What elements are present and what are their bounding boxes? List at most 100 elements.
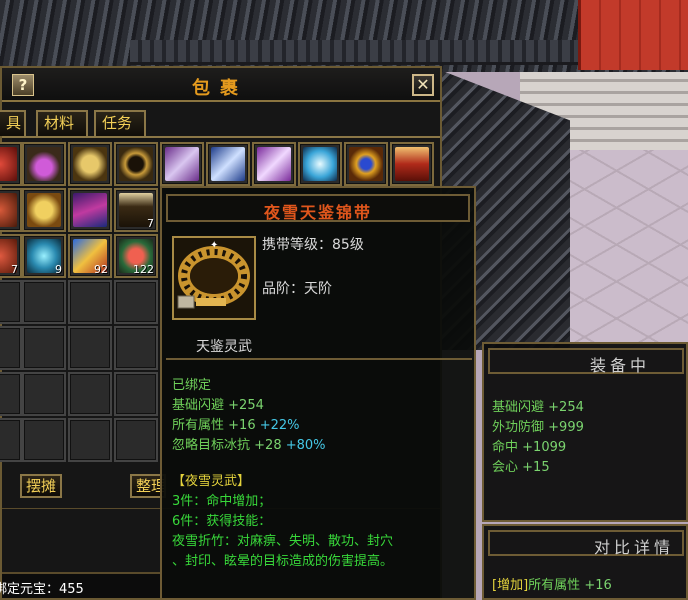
stat-name: 命中	[492, 440, 519, 455]
stat-line: 会心 +15	[492, 456, 584, 476]
item-quantity: 92	[94, 263, 108, 276]
stat-base: +28	[254, 438, 282, 453]
bag-slot-empty[interactable]	[68, 372, 112, 416]
bag-title: 包裹	[192, 78, 248, 99]
bag-slot-empty[interactable]	[0, 418, 22, 462]
tab-items[interactable]: 具	[0, 110, 26, 136]
compare-panel: 对比详情 [增加]所有属性 +16	[482, 524, 688, 600]
carry-level: 携带等级：85级	[262, 237, 364, 253]
item-grade: 品阶：天阶	[262, 281, 332, 297]
bag-slot[interactable]: 7	[0, 234, 22, 278]
help-button[interactable]: ?	[12, 74, 34, 96]
tab-quests[interactable]: 任务	[94, 110, 146, 136]
item-icon	[0, 147, 17, 181]
stat-name: 基础闪避	[172, 398, 225, 413]
bag-slot-empty[interactable]	[0, 372, 22, 416]
stall-button[interactable]: 摆摊	[20, 474, 63, 498]
compare-title: 对比详情	[594, 538, 675, 557]
sword-icon	[165, 147, 199, 181]
bag-slot[interactable]	[0, 142, 22, 186]
bag-slot[interactable]	[114, 142, 158, 186]
bag-slot[interactable]	[298, 142, 342, 186]
compare-line: [增加]所有属性 +16	[492, 574, 612, 594]
sword-icon	[257, 147, 291, 181]
item-icon	[0, 193, 17, 227]
bag-slot[interactable]: 92	[68, 234, 112, 278]
gem-necklace-icon	[27, 147, 61, 181]
bag-slot[interactable]	[0, 188, 22, 232]
bag-slot[interactable]	[344, 142, 388, 186]
stat-base: +16	[228, 418, 256, 433]
item-quantity: 122	[133, 263, 154, 276]
compare-stat-value: +16	[584, 578, 612, 593]
stat-line: 命中 +1099	[492, 436, 584, 456]
blade-icon	[211, 147, 245, 181]
compare-stat-name: 所有属性	[528, 578, 581, 593]
tooltip-titlebar: 夜雪天鉴锦带	[166, 194, 470, 222]
bag-slot-empty[interactable]	[114, 372, 158, 416]
item-quantity: 7	[11, 263, 18, 276]
bag-slot[interactable]: 7	[114, 188, 158, 232]
bag-slot-empty[interactable]	[0, 326, 22, 370]
bag-slot[interactable]	[160, 142, 204, 186]
scene-red-wall	[578, 0, 688, 70]
bag-slot-empty[interactable]	[114, 418, 158, 462]
compare-tag: [增加]	[492, 578, 529, 593]
stat-value: +15	[522, 460, 550, 475]
bag-tabs: 具 材料 任务	[0, 110, 440, 136]
bag-slot[interactable]	[22, 188, 66, 232]
compare-header: 对比详情	[488, 530, 684, 557]
compass-icon	[349, 147, 383, 181]
tab-divider	[2, 136, 440, 138]
item-subtitle: 天鉴灵武	[196, 339, 252, 355]
bag-slot-empty[interactable]	[68, 326, 112, 370]
bag-slot[interactable]	[206, 142, 250, 186]
set-line: 、封印、眩晕的目标造成的伤害提高。	[172, 554, 394, 569]
stat-bonus: +22%	[259, 418, 300, 433]
set-name: 【夜雪灵武】	[172, 474, 251, 489]
bag-slot[interactable]	[68, 188, 112, 232]
bag-slot[interactable]: 122	[114, 234, 158, 278]
bag-slot-empty[interactable]	[0, 280, 22, 324]
bag-slot-empty[interactable]	[114, 280, 158, 324]
stat-line: 基础闪避 +254	[492, 396, 584, 416]
stat-line: 所有属性 +16 +22%	[172, 414, 472, 434]
stat-bonus: +80%	[285, 438, 326, 453]
bag-slot-empty[interactable]	[68, 280, 112, 324]
bound-ingot-label: 绑定元宝：	[0, 582, 60, 597]
stat-value: +1099	[522, 440, 567, 455]
tab-materials[interactable]: 材料	[36, 110, 88, 136]
bag-slot-empty[interactable]	[22, 418, 66, 462]
stat-base: +254	[228, 398, 264, 413]
stat-name: 基础闪避	[492, 400, 545, 415]
stat-value: +999	[548, 420, 584, 435]
ice-crystal-icon	[303, 147, 337, 181]
bag-titlebar[interactable]: ? 包裹 ✕	[2, 68, 440, 102]
item-quantity: 9	[55, 263, 62, 276]
bag-slot-empty[interactable]	[68, 418, 112, 462]
stat-line: 基础闪避 +254	[172, 394, 472, 414]
bag-slot-empty[interactable]	[22, 280, 66, 324]
item-name: 夜雪天鉴锦带	[263, 203, 372, 222]
item-quantity: 7	[147, 217, 154, 230]
bag-slot[interactable]	[390, 142, 434, 186]
stat-name: 所有属性	[172, 418, 225, 433]
golden-box-icon	[27, 193, 61, 227]
bag-slot[interactable]: 9	[22, 234, 66, 278]
set-line: 3件：命中增加；	[172, 494, 272, 509]
bag-slot-empty[interactable]	[22, 326, 66, 370]
item-tooltip: 夜雪天鉴锦带 ✦ 携带等级：85级 品阶：天阶 天鉴灵武 已绑定 基础闪避 +2…	[160, 186, 476, 600]
stat-name: 忽略目标冰抗	[172, 438, 251, 453]
bag-slot[interactable]	[22, 142, 66, 186]
stat-value: +254	[548, 400, 584, 415]
bag-slot-empty[interactable]	[114, 326, 158, 370]
stat-line: 外功防御 +999	[492, 416, 584, 436]
close-button[interactable]: ✕	[412, 74, 434, 96]
treasure-chest-icon	[395, 147, 429, 181]
bag-slot-empty[interactable]	[22, 372, 66, 416]
bag-slot[interactable]	[252, 142, 296, 186]
bound-ingot-display: 绑定元宝：455	[0, 572, 162, 598]
tooltip-stats: 已绑定 基础闪避 +254 所有属性 +16 +22% 忽略目标冰抗 +28 +…	[172, 374, 472, 570]
bag-slot[interactable]	[68, 142, 112, 186]
belt-icon: ✦	[172, 236, 256, 320]
